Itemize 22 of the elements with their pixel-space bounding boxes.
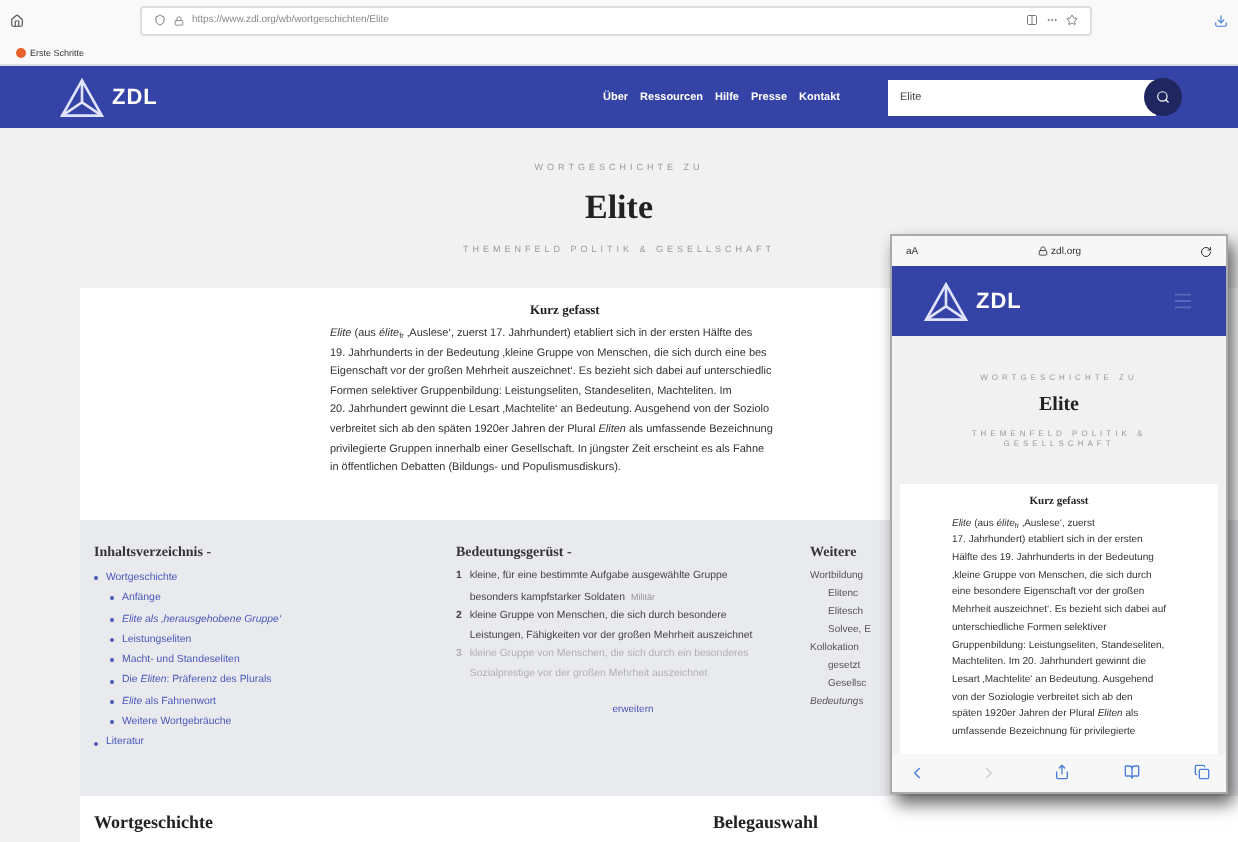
download-icon[interactable] <box>1214 13 1228 27</box>
reader-icon[interactable] <box>1026 14 1038 26</box>
back-icon[interactable] <box>908 763 926 782</box>
lock-icon <box>1037 246 1048 257</box>
shield-icon <box>154 14 166 26</box>
share-icon[interactable] <box>1053 764 1069 781</box>
bookmarks-icon[interactable] <box>1123 764 1140 781</box>
reload-icon[interactable] <box>1199 245 1212 258</box>
search-button[interactable] <box>1144 78 1182 116</box>
logo-icon <box>924 279 968 324</box>
logo-icon <box>60 75 104 119</box>
home-icon[interactable] <box>10 13 24 27</box>
article-title: Elite <box>1039 394 1079 416</box>
star-icon[interactable] <box>1066 14 1078 26</box>
tabs-icon[interactable] <box>1194 764 1210 781</box>
section-heading: Wortgeschichte <box>94 812 213 836</box>
site-logo[interactable]: ZDL <box>976 289 1022 314</box>
search-icon <box>1156 90 1170 104</box>
section-heading: Belegauswahl <box>712 812 818 836</box>
article-title: Elite <box>585 188 653 228</box>
lock-icon <box>174 15 184 25</box>
site-logo[interactable]: ZDL <box>112 85 158 109</box>
